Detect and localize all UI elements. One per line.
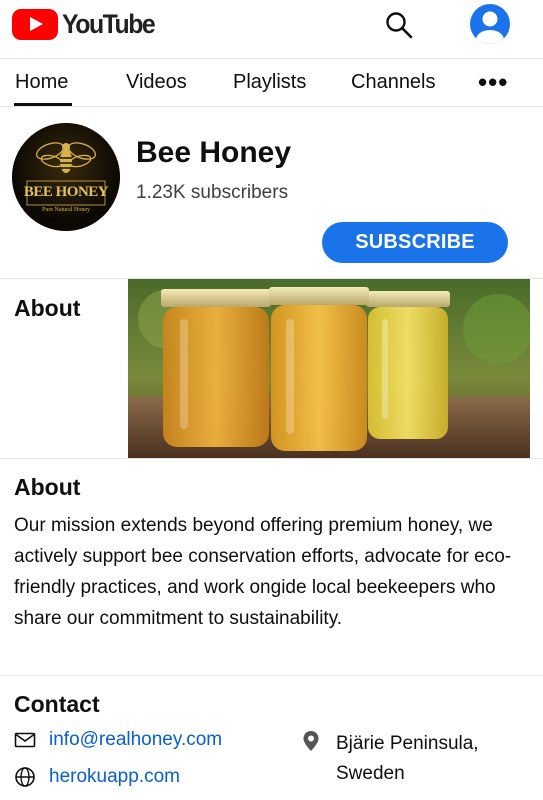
- tab-playlists[interactable]: Playlists: [233, 71, 306, 94]
- youtube-wordmark: YouTube: [62, 9, 156, 39]
- more-tabs-icon[interactable]: •••: [478, 67, 508, 98]
- subscriber-count: 1.23K subscribers: [136, 182, 289, 203]
- tab-home[interactable]: Home: [15, 71, 68, 94]
- about-row: About: [0, 279, 543, 459]
- avatar-logo-text: BEE HONEY: [23, 184, 109, 200]
- location-text: Bjärie Peninsula, Sweden: [336, 733, 479, 784]
- top-bar: YouTube: [0, 0, 543, 52]
- tab-channels[interactable]: Channels: [351, 71, 436, 94]
- about-title: About: [14, 474, 81, 500]
- avatar-small-text: Pure Natural Honey: [42, 207, 90, 213]
- channel-tabs: Home Videos Playlists Channels •••: [0, 58, 543, 107]
- location-pin-icon: [300, 729, 322, 753]
- channel-avatar[interactable]: BEE HONEY Pure Natural Honey: [12, 123, 120, 231]
- account-avatar-icon[interactable]: [470, 4, 510, 44]
- mail-icon: [14, 729, 36, 751]
- email-link[interactable]: info@realhoney.com: [49, 729, 222, 751]
- website-link[interactable]: herokuapp.com: [49, 766, 180, 788]
- tab-videos[interactable]: Videos: [126, 71, 187, 94]
- channel-header: BEE HONEY Pure Natural Honey Bee Honey 1…: [0, 108, 543, 279]
- honey-jars-image: [128, 279, 533, 458]
- email-row: info@realhoney.com: [14, 729, 222, 751]
- youtube-logo[interactable]: YouTube: [12, 9, 162, 40]
- contact-section: Contact info@realhoney.com herokuapp.com…: [0, 677, 543, 800]
- active-tab-indicator: [14, 103, 72, 106]
- about-label: About: [14, 295, 81, 321]
- website-row: herokuapp.com: [14, 766, 180, 788]
- channel-name: Bee Honey: [136, 136, 292, 169]
- globe-icon: [14, 766, 36, 788]
- about-section: About Our mission extends beyond offerin…: [0, 460, 543, 676]
- search-icon[interactable]: [382, 8, 416, 42]
- subscribe-button[interactable]: SUBSCRIBE: [322, 222, 508, 263]
- youtube-play-icon: [12, 9, 58, 40]
- contact-title: Contact: [14, 691, 100, 717]
- about-description: Our mission extends beyond offering prem…: [14, 515, 512, 629]
